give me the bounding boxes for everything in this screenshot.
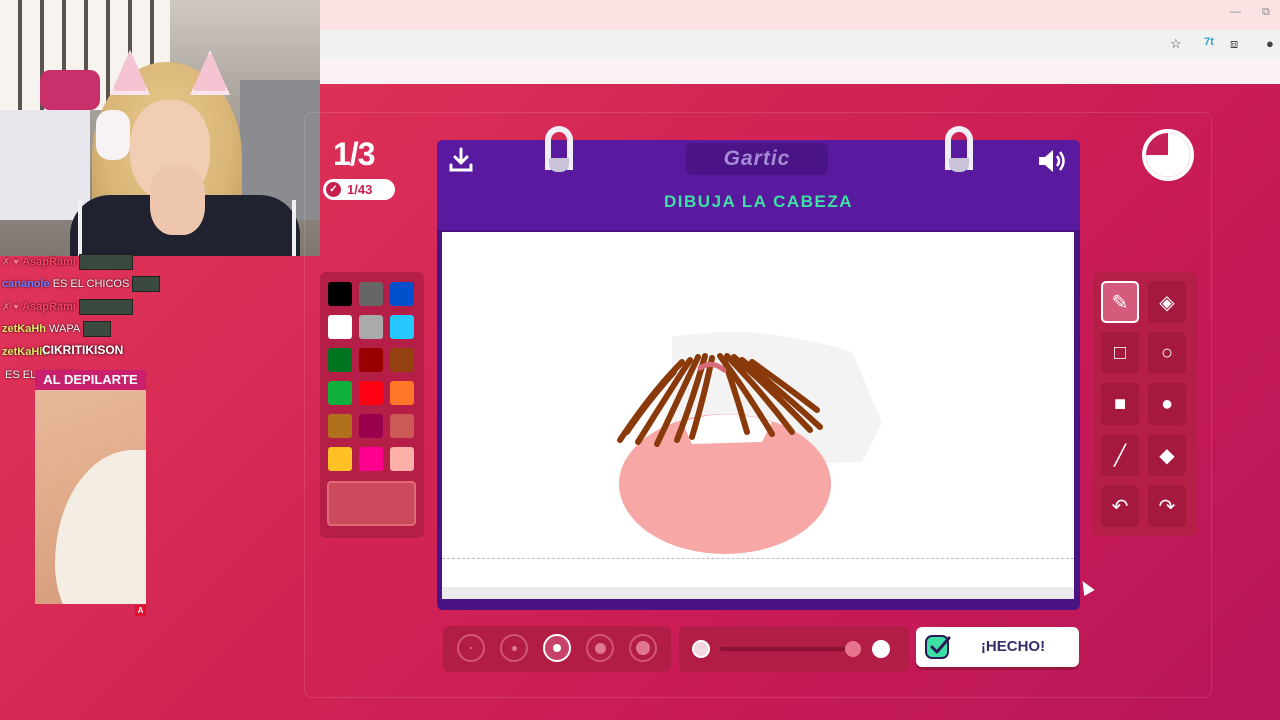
players-done-count: 1/43 <box>347 182 373 197</box>
color-swatch[interactable] <box>390 447 414 471</box>
canvas-guide-line <box>442 558 1074 559</box>
drawing-canvas[interactable] <box>442 232 1074 598</box>
webcam-feed <box>0 0 320 256</box>
color-swatch[interactable] <box>390 315 414 339</box>
color-swatch[interactable] <box>328 381 352 405</box>
chat-message: cananole ES EL CHICOS <box>2 275 161 293</box>
line-tool[interactable]: ╱ <box>1101 434 1139 476</box>
minimize-button[interactable]: — <box>1230 6 1241 18</box>
brush-size-option[interactable] <box>629 634 657 662</box>
check-icon: ✓ <box>326 182 341 197</box>
done-button[interactable]: ¡HECHO! <box>916 627 1079 667</box>
rectangle-outline-tool[interactable]: □ <box>1101 332 1139 374</box>
opacity-slider-handle[interactable] <box>845 641 861 657</box>
heart-badge-icon: ✗ ♥ <box>2 301 20 313</box>
chat-text: WAPA <box>49 323 81 335</box>
color-swatch[interactable] <box>328 282 352 306</box>
chat-message: ✗ ♥ AsapRami <box>2 253 133 271</box>
fill-bucket-tool[interactable]: ◆ <box>1148 434 1186 476</box>
color-swatch[interactable] <box>359 348 383 372</box>
square-outline-icon: □ <box>1113 341 1127 364</box>
download-icon[interactable] <box>448 146 474 174</box>
extension-icon[interactable]: 7t <box>1204 36 1214 48</box>
brand-logo: Gartic <box>723 147 791 170</box>
circle-fill-tool[interactable]: ● <box>1148 383 1186 425</box>
emote-icon <box>78 299 133 315</box>
extensions-puzzle-icon[interactable]: ⧈ <box>1230 36 1238 52</box>
browser-titlebar <box>320 0 1280 30</box>
emote-icon <box>78 254 133 270</box>
color-swatch[interactable] <box>359 414 383 438</box>
round-counter: 1/3 <box>333 136 375 172</box>
bookmark-star-icon[interactable]: ☆ <box>1170 36 1182 52</box>
bucket-icon: ◆ <box>1159 444 1175 467</box>
canvas-bottom-strip <box>442 587 1074 599</box>
eraser-icon: ◈ <box>1159 291 1175 314</box>
drawing-prompt: DIBUJA LA CABEZA <box>664 192 853 211</box>
brush-size-option[interactable] <box>457 634 485 662</box>
cam-badge: A <box>135 605 146 616</box>
color-swatch[interactable] <box>390 414 414 438</box>
binder-ring-base <box>949 158 969 172</box>
done-button-label: ¡HECHO! <box>980 638 1046 655</box>
opacity-slider-track[interactable] <box>720 647 860 651</box>
current-color-swatch[interactable] <box>327 481 416 526</box>
chat-text: ES EL CHICOS <box>52 278 130 290</box>
drawing-artwork <box>617 332 882 554</box>
pencil-icon: ✎ <box>1111 291 1129 314</box>
heart-badge-icon: ✗ ♥ <box>2 256 20 268</box>
color-swatch[interactable] <box>359 447 383 471</box>
binder-ring-base <box>549 158 569 172</box>
brush-size-option[interactable] <box>586 634 614 662</box>
address-bar[interactable] <box>320 30 1280 58</box>
undo-icon: ↶ <box>1111 495 1129 518</box>
timer-icon <box>1142 129 1194 181</box>
circle-fill-icon: ● <box>1160 392 1174 415</box>
circle-outline-icon: ○ <box>1160 341 1174 364</box>
color-swatch[interactable] <box>390 381 414 405</box>
brush-size-option[interactable] <box>543 634 571 662</box>
overlay-label: AL DEPILARTE <box>35 370 146 390</box>
color-swatch[interactable] <box>390 348 414 372</box>
pencil-tool[interactable]: ✎ <box>1101 281 1139 323</box>
color-swatch[interactable] <box>390 282 414 306</box>
opacity-max-icon[interactable] <box>872 640 890 658</box>
line-icon: ╱ <box>1113 444 1127 467</box>
chat-username: zetKaHh <box>2 346 47 358</box>
circle-outline-tool[interactable]: ○ <box>1148 332 1186 374</box>
secondary-cam <box>35 390 146 604</box>
color-swatch[interactable] <box>328 315 352 339</box>
chat-username: cananole <box>2 278 50 290</box>
emote-icon <box>132 276 161 292</box>
chat-username: AsapRami <box>22 256 76 268</box>
chat-message: ✗ ♥ AsapRami <box>2 298 133 316</box>
opacity-min-icon[interactable] <box>692 640 710 658</box>
rectangle-fill-tool[interactable]: ■ <box>1101 383 1139 425</box>
players-done-pill: ✓ 1/43 <box>323 179 395 200</box>
color-swatch[interactable] <box>328 414 352 438</box>
sound-icon[interactable] <box>1036 146 1070 176</box>
profile-avatar-icon[interactable]: ● <box>1266 36 1274 51</box>
color-swatch[interactable] <box>328 447 352 471</box>
redo-tool[interactable]: ↷ <box>1148 485 1186 527</box>
square-fill-icon: ■ <box>1113 392 1127 415</box>
color-swatch[interactable] <box>359 282 383 306</box>
emote-icon <box>83 321 112 337</box>
chat-username: AsapRami <box>22 301 76 313</box>
chat-message: zetKaHh WAPA <box>2 320 112 338</box>
redo-icon: ↷ <box>1158 495 1176 518</box>
undo-tool[interactable]: ↶ <box>1101 485 1139 527</box>
bookmarks-bar <box>320 58 1280 84</box>
overlay-title: CIKRITIKISON <box>42 343 124 357</box>
color-swatch[interactable] <box>359 315 383 339</box>
chat-username: zetKaHh <box>2 323 47 335</box>
check-shield-icon <box>925 635 951 659</box>
chat-message: zetKaHh <box>2 343 46 361</box>
color-swatch[interactable] <box>328 348 352 372</box>
eraser-tool[interactable]: ◈ <box>1148 281 1186 323</box>
brush-size-option[interactable] <box>500 634 528 662</box>
restore-button[interactable]: ⧉ <box>1262 6 1270 19</box>
color-swatch[interactable] <box>359 381 383 405</box>
